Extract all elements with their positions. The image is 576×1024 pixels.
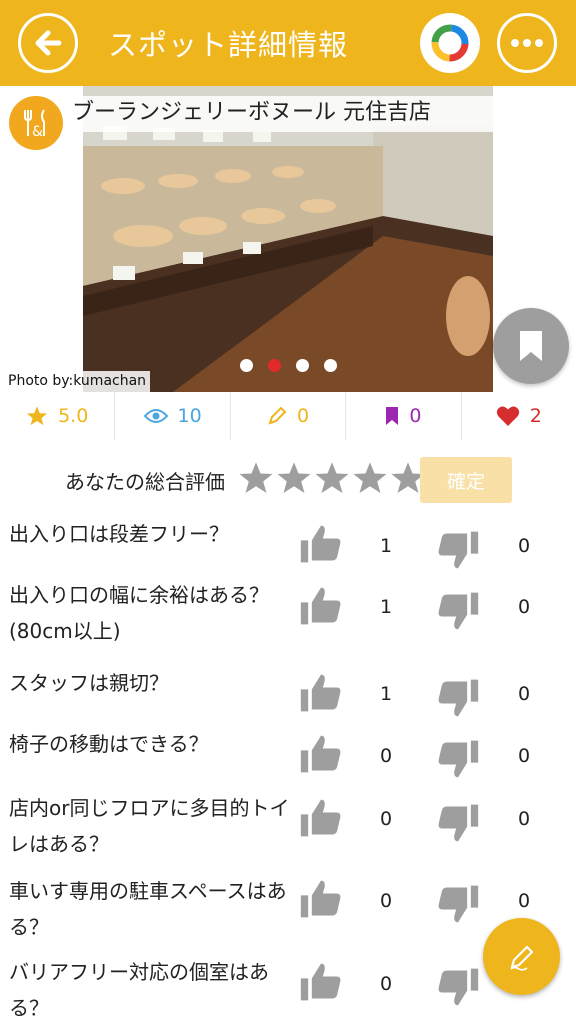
carousel-indicator [240,359,337,372]
thumbs-down-icon[interactable] [436,965,480,1009]
question-text: 店内or同じフロアに多目的トイレはある？ [9,796,290,856]
thumbs-up-icon[interactable] [299,960,343,1004]
back-arrow-icon [35,30,62,56]
question-row: スタッフは親切？ 1 0 [0,671,576,734]
question-row: 出入り口は段差フリー？ 1 0 [0,516,576,578]
thumbs-up-icon[interactable] [299,671,343,715]
reviews-value: 0 [296,405,310,427]
brand-button[interactable] [420,13,480,73]
thumbs-up-icon[interactable] [299,732,343,776]
back-button[interactable] [18,13,78,73]
more-button[interactable] [497,13,557,73]
rating-value: 5.0 [58,405,89,427]
question-row: 出入り口の幅に余裕はある？(80cm以上) 1 0 [0,578,576,674]
views-stat: 10 [115,392,231,440]
yes-count: 0 [379,890,393,912]
no-count: 0 [517,683,531,705]
yes-count: 0 [379,973,393,995]
no-count: 0 [517,535,531,557]
rating-star-1-icon[interactable] [238,460,274,496]
star-icon [27,406,48,426]
question-row: 椅子の移動はできる？ 0 0 [0,732,576,796]
rating-star-4-icon[interactable] [352,460,388,496]
views-value: 10 [177,405,202,427]
ring-logo-icon [431,24,469,62]
no-count: 0 [517,808,531,830]
carousel-dot[interactable] [324,359,337,372]
question-text: 出入り口の幅に余裕はある？(80cm以上) [9,583,269,643]
no-count: 0 [517,596,531,618]
thumbs-down-icon[interactable] [436,528,480,572]
photo-carousel[interactable]: & ブーランジェリーボヌール 元住吉店 Photo by:kumachan [0,86,576,392]
app-header: スポット詳細情報 [0,0,576,86]
page-title: スポット詳細情報 [108,28,349,62]
bookmarks-stat: 0 [346,392,462,440]
question-text: 椅子の移動はできる？ [9,732,209,756]
bookmark-small-icon [386,407,399,425]
eye-icon [143,409,168,423]
thumbs-down-icon[interactable] [436,882,480,926]
question-text: 車いす専用の駐車スペースはある？ [9,879,287,939]
bookmarks-value: 0 [409,405,422,427]
yes-count: 1 [379,535,393,557]
thumbs-up-icon[interactable] [299,796,343,840]
svg-text:&: & [32,124,43,140]
yes-count: 0 [379,808,393,830]
yes-count: 0 [379,745,393,767]
question-text: バリアフリー対応の個室はある？ [9,960,269,1020]
bookmark-icon [520,331,542,361]
question-row: 店内or同じフロアに多目的トイレはある？ 0 0 [0,796,576,880]
thumbs-up-icon[interactable] [299,522,343,566]
more-dots-icon [511,39,543,47]
carousel-dot[interactable] [240,359,253,372]
no-count: 0 [517,745,531,767]
stats-bar: 5.0 10 0 0 2 [0,392,576,440]
thumbs-down-icon[interactable] [436,737,480,781]
likes-value: 2 [529,405,542,427]
confirm-button[interactable]: 確定 [420,457,512,503]
write-review-button[interactable] [483,918,560,995]
rating-star-2-icon[interactable] [276,460,312,496]
rating-stat: 5.0 [0,392,116,440]
pencil-icon [268,406,287,425]
no-count: 0 [517,890,531,912]
thumbs-down-icon[interactable] [436,676,480,720]
pencil-icon [510,945,533,971]
overall-rating-label: あなたの総合評価 [65,470,225,494]
bookmark-button[interactable] [493,308,569,384]
rating-star-3-icon[interactable] [314,460,350,496]
carousel-dot[interactable] [296,359,309,372]
thumbs-up-icon[interactable] [299,877,343,921]
reviews-stat: 0 [231,392,347,440]
thumbs-down-icon[interactable] [436,589,480,633]
bakery-category-icon: & [9,96,63,150]
thumbs-down-icon[interactable] [436,801,480,845]
yes-count: 1 [379,596,393,618]
heart-icon [496,406,519,426]
yes-count: 1 [379,683,393,705]
photo-credit: Photo by:kumachan [0,371,151,392]
likes-stat: 2 [462,392,576,440]
spot-name: ブーランジェリーボヌール 元住吉店 [70,96,576,132]
overall-rating: あなたの総合評価 確定 [0,456,576,504]
question-text: 出入り口は段差フリー？ [9,522,229,546]
question-text: スタッフは親切？ [9,671,169,695]
thumbs-up-icon[interactable] [299,584,343,628]
rating-stars [238,460,426,496]
carousel-dot-active[interactable] [268,359,281,372]
